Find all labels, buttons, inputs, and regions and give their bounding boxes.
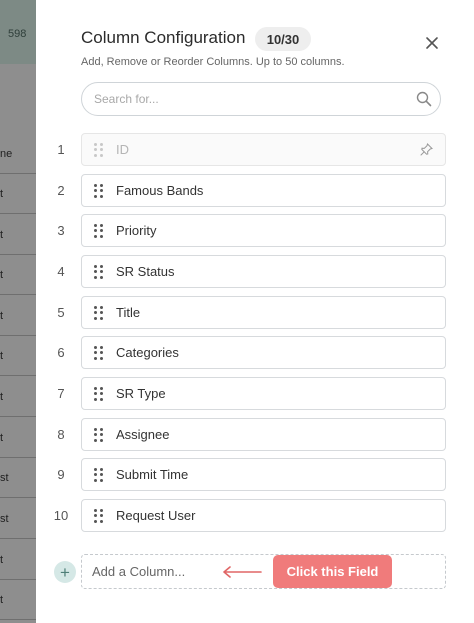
background-cell-text: t bbox=[0, 431, 4, 444]
background-cell: ne bbox=[0, 134, 36, 174]
background-cell: t bbox=[0, 174, 36, 214]
background-cell: t bbox=[0, 215, 36, 255]
row-number: 7 bbox=[57, 386, 65, 401]
column-row-sr-status[interactable]: SR Status bbox=[81, 255, 446, 288]
background-cell: t bbox=[0, 418, 36, 458]
drag-handle-icon[interactable] bbox=[94, 508, 104, 523]
dialog-title: Column Configuration bbox=[81, 28, 246, 47]
background-cell-text: t bbox=[0, 228, 4, 241]
column-label: Request User bbox=[116, 508, 196, 523]
column-count-badge: 10/30 bbox=[255, 27, 311, 51]
column-row-title[interactable]: Title bbox=[81, 296, 446, 329]
background-cell-text: t bbox=[0, 553, 4, 566]
row-number: 8 bbox=[57, 427, 65, 442]
background-cell: t bbox=[0, 336, 36, 376]
column-row-famous-bands[interactable]: Famous Bands bbox=[81, 174, 446, 207]
background-cell-text: ne bbox=[0, 147, 13, 160]
row-number: 3 bbox=[57, 223, 65, 238]
background-cell-text: st bbox=[0, 512, 9, 525]
background-header-cell: 598 bbox=[0, 0, 36, 64]
row-number: 9 bbox=[57, 467, 65, 482]
close-icon[interactable] bbox=[424, 35, 440, 51]
background-cell-text: t bbox=[0, 390, 4, 403]
add-column-button[interactable]: + bbox=[54, 561, 76, 583]
row-number: 1 bbox=[57, 142, 65, 157]
column-label: Priority bbox=[116, 223, 157, 238]
column-row-request-user[interactable]: Request User bbox=[81, 499, 446, 532]
background-table-strip: 598 ne t t t t t t t st st t t bbox=[0, 0, 36, 623]
drag-handle-icon[interactable] bbox=[94, 223, 104, 238]
background-cell: t bbox=[0, 540, 36, 580]
background-cell-text: t bbox=[0, 187, 4, 200]
plus-icon: + bbox=[60, 562, 70, 582]
background-cell-text: t bbox=[0, 349, 4, 362]
column-row-categories[interactable]: Categories bbox=[81, 336, 446, 369]
drag-handle-icon[interactable] bbox=[94, 386, 104, 401]
column-label: Categories bbox=[116, 345, 179, 360]
column-configuration-panel: Column Configuration 10/30 Add, Remove o… bbox=[36, 0, 474, 623]
column-label: ID bbox=[116, 142, 129, 157]
background-cell: t bbox=[0, 255, 36, 295]
background-cell: st bbox=[0, 499, 36, 539]
drag-handle-icon[interactable] bbox=[94, 467, 104, 482]
drag-handle-icon[interactable] bbox=[94, 264, 104, 279]
drag-handle-icon[interactable] bbox=[94, 305, 104, 320]
drag-handle-icon bbox=[94, 142, 104, 157]
drag-handle-icon[interactable] bbox=[94, 183, 104, 198]
column-label: SR Status bbox=[116, 264, 175, 279]
background-cell-text: st bbox=[0, 471, 9, 484]
column-label: Assignee bbox=[116, 427, 170, 442]
dialog-subtitle: Add, Remove or Reorder Columns. Up to 50… bbox=[81, 56, 345, 68]
column-row-submit-time[interactable]: Submit Time bbox=[81, 458, 446, 491]
row-number: 6 bbox=[57, 345, 65, 360]
column-row-id: ID bbox=[81, 133, 446, 166]
column-row-assignee[interactable]: Assignee bbox=[81, 418, 446, 451]
background-cell: t bbox=[0, 580, 36, 620]
background-cell-text: t bbox=[0, 593, 4, 606]
column-label: Submit Time bbox=[116, 467, 189, 482]
column-row-sr-type[interactable]: SR Type bbox=[81, 377, 446, 410]
row-number: 10 bbox=[53, 508, 69, 523]
column-label: SR Type bbox=[116, 386, 166, 401]
row-number: 2 bbox=[57, 183, 65, 198]
instruction-callout: Click this Field bbox=[273, 555, 392, 588]
column-label: Title bbox=[116, 305, 141, 320]
drag-handle-icon[interactable] bbox=[94, 345, 104, 360]
column-row-priority[interactable]: Priority bbox=[81, 214, 446, 247]
background-cell: t bbox=[0, 377, 36, 417]
background-number: 598 bbox=[8, 28, 27, 40]
column-label: Famous Bands bbox=[116, 183, 204, 198]
drag-handle-icon[interactable] bbox=[94, 427, 104, 442]
row-number: 5 bbox=[57, 305, 65, 320]
arrow-left-icon bbox=[221, 565, 263, 579]
search-icon[interactable] bbox=[416, 91, 432, 107]
row-number: 4 bbox=[57, 264, 65, 279]
background-cell-text: t bbox=[0, 309, 4, 322]
background-cell: st bbox=[0, 458, 36, 498]
search-input[interactable] bbox=[81, 82, 441, 116]
background-cell: t bbox=[0, 296, 36, 336]
background-cell-text: t bbox=[0, 268, 4, 281]
pin-icon[interactable] bbox=[420, 143, 433, 156]
